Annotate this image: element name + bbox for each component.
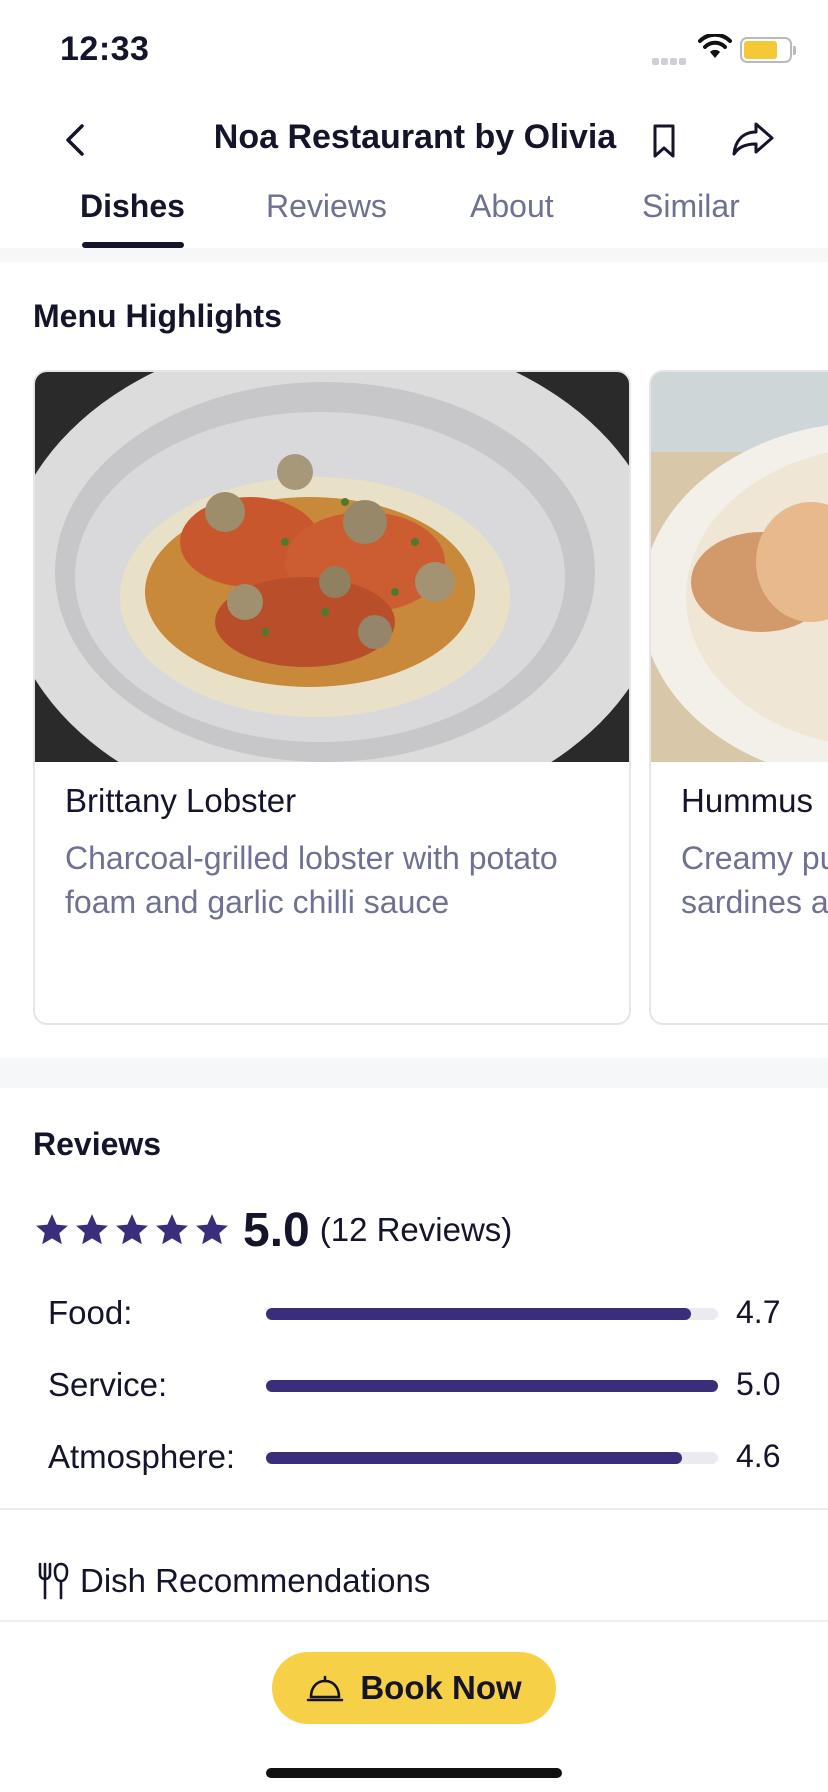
dish-description: Creamy pu sardines a — [681, 840, 828, 920]
dish-photo — [651, 372, 828, 762]
metric-bar — [266, 1380, 718, 1392]
rating-score: 5.0 — [243, 1203, 310, 1257]
cutlery-icon — [38, 1562, 69, 1600]
share-icon[interactable] — [730, 118, 776, 158]
star-icon — [116, 1214, 148, 1245]
dish-recommendations-row[interactable]: Dish Recommendations — [36, 1558, 430, 1604]
star-icon — [196, 1214, 228, 1245]
dish-photo — [35, 372, 629, 762]
metric-label: Food: — [48, 1294, 133, 1331]
rating-metric-atmosphere: Atmosphere: 4.6 — [48, 1432, 788, 1482]
book-now-button[interactable]: Book Now — [272, 1652, 556, 1724]
section-gap — [0, 248, 828, 262]
metric-bar — [266, 1308, 718, 1320]
star-icon — [76, 1214, 108, 1245]
dish-description: Charcoal-grilled lobster with potato foa… — [65, 840, 558, 920]
tab-similar[interactable]: Similar — [642, 188, 740, 225]
bookmark-icon[interactable] — [648, 122, 680, 160]
metric-label: Atmosphere: — [48, 1438, 236, 1475]
overall-rating: 5.0 (12 Reviews) — [33, 1200, 512, 1260]
star-icon — [156, 1214, 188, 1245]
signal-icon — [652, 52, 692, 65]
review-count: (12 Reviews) — [319, 1211, 513, 1248]
status-bar: 12:33 — [0, 0, 828, 100]
dish-recommendations-label: Dish Recommendations — [80, 1562, 431, 1599]
wifi-icon — [698, 34, 732, 58]
cloche-icon — [307, 1675, 344, 1702]
dish-card[interactable]: Brittany Lobster Charcoal-grilled lobste… — [33, 370, 631, 1025]
header: Noa Restaurant by Olivia Dishes Reviews … — [0, 100, 828, 248]
tab-reviews[interactable]: Reviews — [266, 188, 387, 225]
dish-name: Hummus — [681, 782, 814, 819]
metric-label: Service: — [48, 1366, 168, 1403]
metric-bar — [266, 1452, 718, 1464]
status-time: 12:33 — [60, 30, 150, 68]
tab-dishes[interactable]: Dishes — [80, 188, 185, 225]
tab-bar: Dishes Reviews About Similar — [0, 180, 828, 248]
home-indicator — [266, 1768, 562, 1778]
bottom-bar: Book Now — [0, 1620, 828, 1792]
tab-about[interactable]: About — [470, 188, 554, 225]
page-title: Noa Restaurant by Olivia — [213, 118, 617, 156]
rating-metric-food: Food: 4.7 — [48, 1288, 788, 1338]
menu-highlights-title: Menu Highlights — [33, 298, 282, 334]
dish-carousel[interactable]: Brittany Lobster Charcoal-grilled lobste… — [0, 370, 828, 1026]
reviews-title: Reviews — [33, 1126, 162, 1162]
battery-icon — [740, 37, 796, 63]
star-icon — [36, 1214, 68, 1245]
section-gap — [0, 1058, 828, 1088]
dish-name: Brittany Lobster — [65, 782, 297, 819]
dish-card[interactable]: Hummus Creamy pu sardines a — [649, 370, 828, 1025]
metric-value: 5.0 — [736, 1366, 781, 1402]
rating-metric-service: Service: 5.0 — [48, 1360, 788, 1410]
metric-value: 4.6 — [736, 1438, 781, 1474]
metric-value: 4.7 — [736, 1294, 781, 1330]
book-now-label: Book Now — [360, 1669, 522, 1706]
back-icon[interactable] — [56, 120, 96, 160]
divider — [0, 1508, 828, 1510]
